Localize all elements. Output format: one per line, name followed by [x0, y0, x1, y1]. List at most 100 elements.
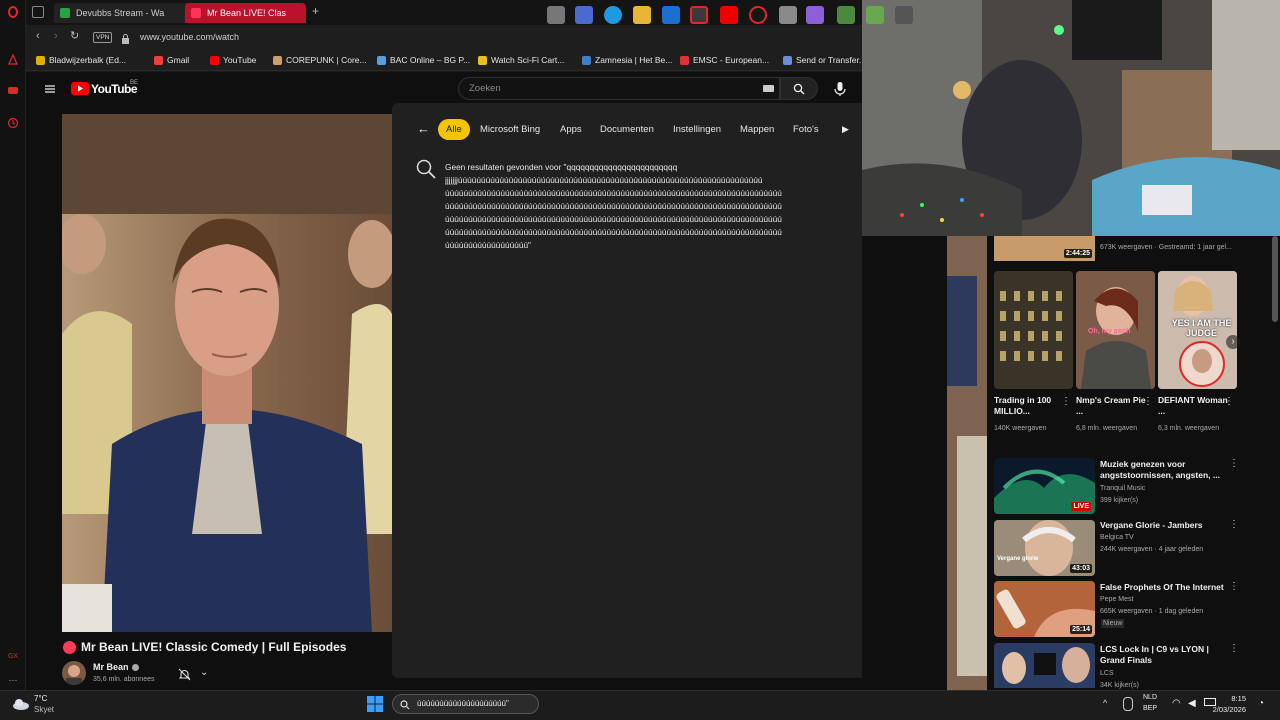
video-thumbnail[interactable]: 2:44:25 — [994, 236, 1095, 261]
filter-chip-documenten[interactable]: Documenten — [594, 119, 660, 140]
weather-icon[interactable] — [12, 697, 30, 710]
tray-overflow-icon[interactable]: ^ — [1103, 698, 1107, 708]
reload-icon[interactable]: ↻ — [70, 29, 79, 42]
video-title[interactable]: LCS Lock In | C9 vs LYON | Grand Finals — [1100, 644, 1220, 666]
short-title[interactable]: Nmp's Cream Pie ... — [1076, 395, 1146, 417]
filter-chip-fotos[interactable]: Foto's — [787, 119, 825, 140]
short-title[interactable]: DEFIANT Woman ... — [1158, 395, 1228, 417]
notification-off-icon[interactable] — [178, 668, 191, 681]
notifications-icon[interactable]: ◔ — [1258, 698, 1264, 709]
short-thumbnail[interactable]: Oh, my gosh — [1076, 271, 1155, 389]
weather-temp[interactable]: 7°C — [34, 694, 47, 703]
wifi-icon[interactable]: ◠ — [1172, 698, 1181, 709]
youtube-logo-icon[interactable] — [71, 82, 89, 95]
more-options-icon[interactable]: ⋮ — [1229, 459, 1239, 469]
tab-devubbs[interactable]: Devubbs Stream - Wa — [54, 3, 202, 23]
taskbar-search-field[interactable]: úúúúúúúúúúúúúúúúúúúú" — [392, 694, 539, 714]
chips-next-icon[interactable]: ▶ — [842, 124, 849, 135]
back-arrow-icon[interactable]: ← — [417, 121, 430, 136]
more-options-icon[interactable]: ⋮ — [1143, 397, 1153, 407]
more-options-icon[interactable]: ⋮ — [1229, 520, 1239, 530]
tab-overview-icon[interactable] — [32, 6, 44, 18]
video-title[interactable]: False Prophets Of The Internet — [1100, 582, 1225, 593]
extension-icon[interactable]: GX — [7, 651, 19, 663]
bookmark-item[interactable]: COREPUNK | Core... — [273, 53, 367, 67]
menu-icon[interactable] — [44, 82, 56, 94]
search-button[interactable] — [780, 77, 818, 100]
bookmark-item[interactable]: Gmail — [154, 53, 189, 67]
opera-icon[interactable] — [7, 6, 19, 18]
channel-name[interactable]: Tranquil Music — [1100, 484, 1145, 493]
video-title[interactable]: Muziek genezen voor angststoornissen, an… — [1100, 459, 1220, 481]
weather-desc[interactable]: Skyet — [34, 705, 54, 714]
search-input[interactable]: Zoeken — [458, 77, 780, 100]
short-thumbnail[interactable] — [994, 271, 1073, 389]
filter-chip-instellingen[interactable]: Instellingen — [667, 119, 727, 140]
history-icon[interactable] — [7, 117, 19, 129]
chrome-icon[interactable] — [690, 6, 708, 24]
short-thumbnail[interactable]: YES I AM THE JUDGE — [1158, 271, 1237, 389]
tab-mr-bean[interactable]: Mr Bean LIVE! Clas — [185, 3, 306, 23]
keyboard-layout[interactable]: BEP — [1143, 705, 1157, 712]
video-thumbnail[interactable] — [994, 643, 1095, 688]
bookmark-item[interactable]: YouTube — [210, 53, 256, 67]
filter-chip-bing[interactable]: Microsoft Bing — [474, 119, 546, 140]
sidebar-scrollbar[interactable] — [1272, 236, 1278, 322]
video-player[interactable] — [62, 114, 392, 632]
keyboard-icon[interactable] — [763, 85, 774, 92]
filter-chip-alle[interactable]: Alle — [438, 119, 470, 140]
app-icon[interactable] — [837, 6, 855, 24]
more-options-icon[interactable]: ⋮ — [1061, 397, 1071, 407]
short-title[interactable]: Trading in 100 MILLIO... — [994, 395, 1064, 417]
video-thumbnail[interactable]: Vergane glorie 43:03 — [994, 520, 1095, 576]
new-tab-icon[interactable]: + — [312, 4, 319, 18]
forward-icon[interactable]: › — [54, 30, 58, 42]
filter-chip-mappen[interactable]: Mappen — [734, 119, 780, 140]
opera-gx-icon[interactable] — [749, 6, 767, 24]
youtube-app-icon[interactable] — [720, 6, 738, 24]
input-language[interactable]: NLD — [1143, 694, 1157, 701]
chevron-down-icon[interactable]: ⌄ — [200, 667, 208, 678]
more-options-icon[interactable]: ⋮ — [1229, 582, 1239, 592]
lock-icon[interactable] — [121, 31, 130, 44]
edge-icon[interactable] — [604, 6, 622, 24]
bookmark-item[interactable]: Zamnesia | Het Be... — [582, 53, 672, 67]
bookmark-item[interactable]: Watch Sci-Fi Cart... — [478, 53, 564, 67]
video-thumbnail[interactable]: 25:14 — [994, 581, 1095, 637]
vpn-badge[interactable]: VPN — [93, 32, 113, 43]
channel-name[interactable]: LCS — [1100, 669, 1114, 678]
outlook-icon[interactable] — [662, 6, 680, 24]
youtube-sidebar-icon[interactable] — [7, 84, 19, 96]
more-actions-icon[interactable]: ··· — [968, 669, 978, 680]
clock-time[interactable]: 8:15 — [1224, 694, 1246, 703]
channel-name[interactable]: Belgica TV — [1100, 533, 1134, 542]
video-title[interactable]: Vergane Glorie - Jambers — [1100, 520, 1220, 531]
file-explorer-icon[interactable] — [633, 6, 651, 24]
app-icon[interactable] — [866, 6, 884, 24]
more-icon[interactable]: ··· — [7, 674, 19, 686]
bookmark-item[interactable]: BAC Online – BG P... — [377, 53, 470, 67]
channel-avatar[interactable] — [62, 661, 86, 685]
volume-icon[interactable]: ◀ — [1188, 698, 1196, 709]
windows-start-icon[interactable] — [367, 696, 383, 712]
bookmark-item[interactable]: Bladwijzerbalk (Ed... — [36, 53, 126, 67]
channel-name[interactable]: Mr Bean — [93, 662, 129, 672]
voice-search-button[interactable] — [832, 80, 848, 98]
microphone-icon[interactable] — [1123, 697, 1133, 711]
ai-icon[interactable] — [7, 53, 19, 66]
clock-date[interactable]: 2/03/2026 — [1206, 705, 1246, 714]
bookmark-item[interactable]: EMSC - European... — [680, 53, 769, 67]
discord-icon[interactable] — [806, 6, 824, 24]
task-view-icon[interactable] — [547, 6, 565, 24]
back-icon[interactable]: ‹ — [36, 30, 40, 42]
filter-chip-apps[interactable]: Apps — [554, 119, 588, 140]
video-thumbnail[interactable]: LIVE — [994, 458, 1095, 514]
calculator-icon[interactable] — [779, 6, 797, 24]
url-field[interactable]: www.youtube.com/watch — [140, 32, 239, 42]
more-options-icon[interactable]: ⋮ — [1229, 644, 1239, 654]
shorts-next-icon[interactable]: › — [1226, 335, 1240, 349]
app-icon[interactable] — [895, 6, 913, 24]
channel-name[interactable]: Pepe Mest — [1100, 595, 1133, 604]
store-icon[interactable] — [575, 6, 593, 24]
more-options-icon[interactable]: ⋮ — [1224, 397, 1234, 407]
